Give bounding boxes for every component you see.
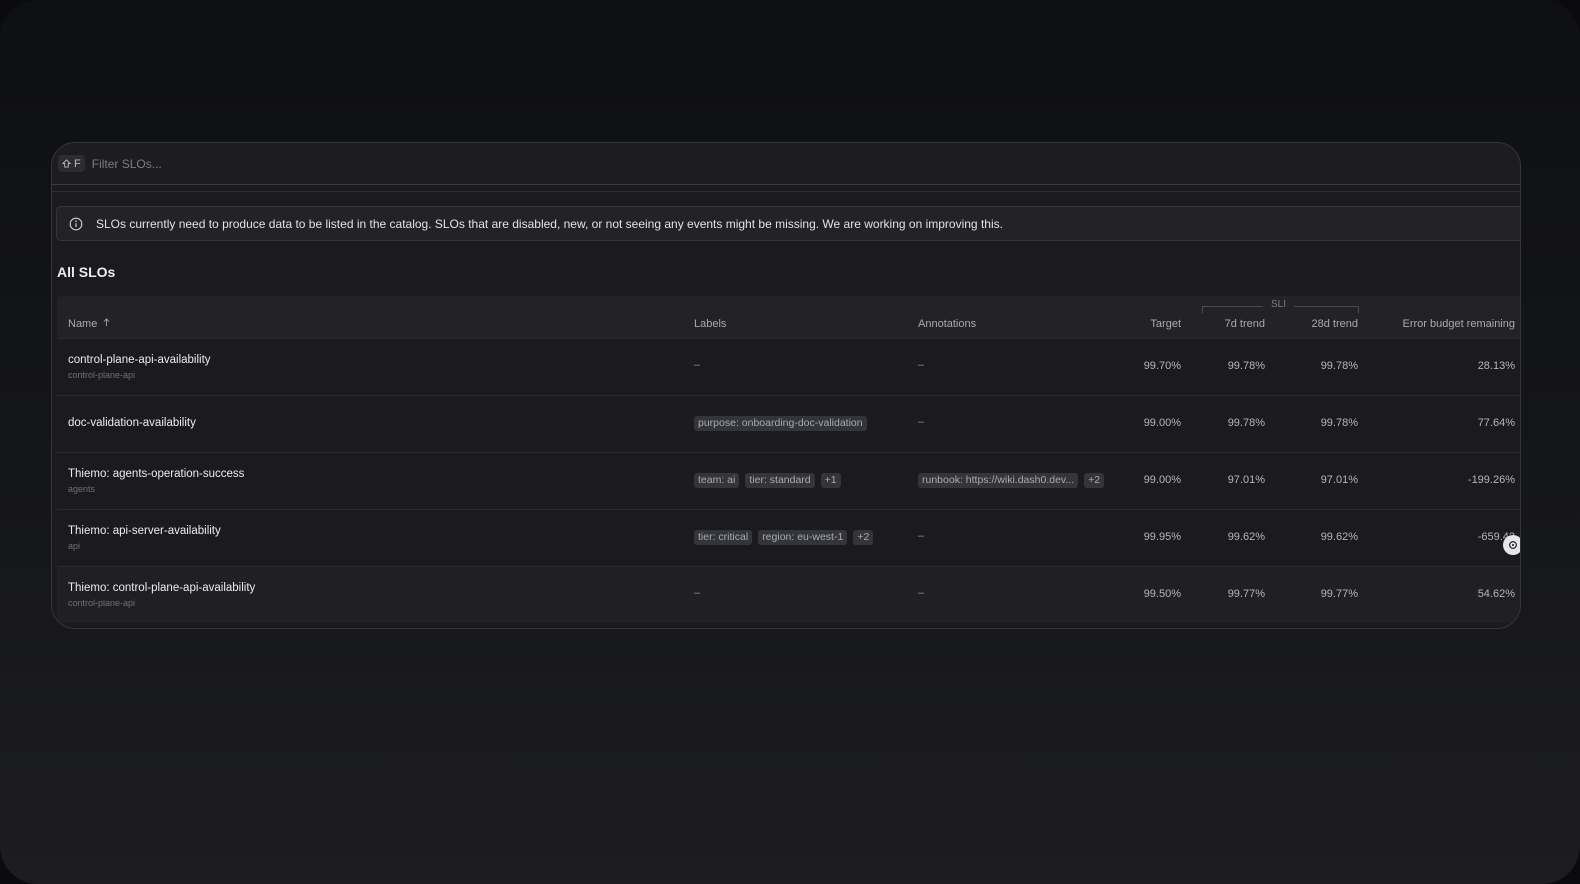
slo-name[interactable]: Thiemo: agents-operation-success — [68, 468, 244, 480]
error-budget-value: 54.62% — [1477, 588, 1515, 600]
annotation-tag[interactable]: +2 — [1084, 473, 1105, 488]
sort-ascending-icon — [103, 318, 110, 326]
annotation-tag[interactable]: runbook: https://wiki.dash0.dev... — [918, 473, 1079, 488]
labels-cell: – — [694, 587, 700, 599]
empty-dash: – — [918, 587, 925, 599]
sli-group-label: SLI — [1263, 299, 1295, 310]
target-value: 99.95% — [1143, 531, 1181, 543]
table-row[interactable]: control-plane-api-availability control-pl… — [57, 338, 1520, 395]
label-tag[interactable]: +1 — [820, 473, 841, 488]
label-tag[interactable]: +2 — [853, 530, 874, 545]
slo-name[interactable]: Thiemo: control-plane-api-availability — [68, 582, 255, 594]
info-icon — [69, 217, 83, 230]
slo-dataset: control-plane-api — [68, 370, 136, 380]
shift-icon — [62, 159, 71, 168]
filter-bar: F — [52, 143, 1520, 185]
annotations-cell: – — [918, 530, 924, 542]
table-header: SLI Name Labels Annotations Target 7d tr… — [57, 296, 1520, 338]
error-budget-value: 77.64% — [1477, 417, 1515, 429]
slo-name[interactable]: control-plane-api-availability — [68, 354, 211, 366]
empty-dash: – — [918, 416, 925, 428]
annotations-cell: – — [918, 359, 924, 371]
empty-dash: – — [694, 587, 701, 599]
label-tag[interactable]: team: ai — [694, 473, 740, 488]
empty-dash: – — [918, 530, 925, 542]
label-tag[interactable]: region: eu-west-1 — [758, 530, 848, 545]
column-header-annotations[interactable]: Annotations — [918, 318, 976, 330]
target-value: 99.00% — [1143, 417, 1181, 429]
target-value: 99.00% — [1143, 474, 1181, 486]
banner-text: SLOs currently need to produce data to b… — [96, 216, 1003, 231]
error-budget-value: -199.26% — [1467, 474, 1515, 486]
target-value: 99.50% — [1143, 588, 1181, 600]
slo-catalog-panel: F SLOs currently need to produce data to… — [51, 142, 1521, 629]
label-tag[interactable]: purpose: onboarding-doc-validation — [694, 416, 867, 431]
filter-input[interactable] — [89, 155, 494, 172]
error-budget-value: 28.13% — [1477, 360, 1515, 372]
divider — [52, 191, 1520, 192]
label-tag[interactable]: tier: standard — [745, 473, 815, 488]
target-value: 99.70% — [1143, 360, 1181, 372]
empty-dash: – — [918, 359, 925, 371]
trend-7d-value: 99.78% — [1227, 360, 1265, 372]
trend-28d-value: 97.01% — [1320, 474, 1358, 486]
slo-dataset: agents — [68, 484, 96, 494]
labels-cell: purpose: onboarding-doc-validation — [694, 416, 867, 431]
slo-name[interactable]: doc-validation-availability — [68, 417, 196, 429]
filter-shortcut-key: F — [74, 157, 81, 170]
annotations-cell: – — [918, 416, 924, 428]
trend-28d-value: 99.77% — [1320, 588, 1358, 600]
table-row[interactable]: Thiemo: control-plane-api-availability co… — [57, 566, 1520, 623]
table-row[interactable]: doc-validation-availability purpose: onbo… — [57, 395, 1520, 452]
chat-icon — [1509, 541, 1517, 549]
slo-dataset: api — [68, 541, 81, 551]
annotations-cell: – — [918, 587, 924, 599]
filter-shortcut-badge: F — [58, 155, 85, 172]
labels-cell: tier: critical region: eu-west-1 +2 — [694, 530, 874, 545]
trend-7d-value: 99.62% — [1227, 531, 1265, 543]
trend-7d-value: 99.78% — [1227, 417, 1265, 429]
trend-7d-value: 97.01% — [1227, 474, 1265, 486]
slo-table: SLI Name Labels Annotations Target 7d tr… — [57, 296, 1520, 623]
label-tag[interactable]: tier: critical — [694, 530, 753, 545]
labels-cell: – — [694, 359, 700, 371]
slo-name[interactable]: Thiemo: api-server-availability — [68, 525, 221, 537]
trend-7d-value: 99.77% — [1227, 588, 1265, 600]
column-header-7d-trend[interactable]: 7d trend — [1225, 318, 1265, 330]
page-title: All SLOs — [57, 264, 116, 280]
column-header-labels[interactable]: Labels — [694, 318, 726, 330]
table-row[interactable]: Thiemo: agents-operation-success agents te… — [57, 452, 1520, 509]
annotations-cell: runbook: https://wiki.dash0.dev... +2 — [918, 473, 1105, 488]
trend-28d-value: 99.62% — [1320, 531, 1358, 543]
column-header-target[interactable]: Target — [1150, 318, 1181, 330]
slo-dataset: control-plane-api — [68, 598, 136, 608]
support-chat-button[interactable] — [1503, 535, 1520, 555]
trend-28d-value: 99.78% — [1320, 360, 1358, 372]
column-header-error-budget[interactable]: Error budget remaining — [1402, 318, 1515, 330]
screen-background: F SLOs currently need to produce data to… — [0, 0, 1580, 884]
column-header-name[interactable]: Name — [68, 318, 110, 330]
table-row[interactable]: Thiemo: api-server-availability api tier: … — [57, 509, 1520, 566]
labels-cell: team: ai tier: standard +1 — [694, 473, 841, 488]
trend-28d-value: 99.78% — [1320, 417, 1358, 429]
column-header-28d-trend[interactable]: 28d trend — [1312, 318, 1358, 330]
info-banner: SLOs currently need to produce data to b… — [56, 206, 1520, 241]
empty-dash: – — [694, 359, 701, 371]
